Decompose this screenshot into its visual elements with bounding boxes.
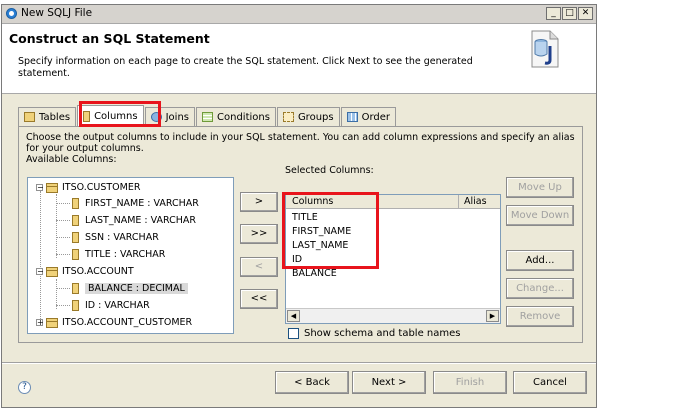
finish-button[interactable]: Finish: [433, 371, 507, 394]
wizard-header: Construct an SQL Statement Specify infor…: [2, 24, 596, 94]
scroll-left-icon[interactable]: ◀: [287, 310, 300, 322]
new-sqlj-file-dialog: New SQLJ File _ □ ✕ Construct an SQL Sta…: [1, 4, 597, 408]
remove-button[interactable]: Remove: [506, 306, 574, 327]
tab-bar: Tables Columns Joins Conditions Groups O…: [18, 105, 397, 126]
help-icon[interactable]: ?: [18, 381, 31, 394]
tree-node-last-name[interactable]: LAST_NAME : VARCHAR: [72, 213, 196, 228]
window-title: New SQLJ File: [21, 7, 93, 19]
tree-node-first-name[interactable]: FIRST_NAME : VARCHAR: [72, 196, 199, 211]
table-icon: [24, 112, 35, 122]
next-button[interactable]: Next >: [352, 371, 426, 394]
tab-conditions[interactable]: Conditions: [196, 107, 276, 126]
column-icon: [72, 249, 79, 260]
selected-column-balance[interactable]: BALANCE: [292, 268, 337, 279]
column-icon: [72, 300, 79, 311]
add-expression-button[interactable]: Add...: [506, 250, 574, 271]
selected-column-first-name[interactable]: FIRST_NAME: [292, 226, 351, 237]
page-title: Construct an SQL Statement: [9, 31, 210, 46]
move-down-button[interactable]: Move Down: [506, 205, 574, 226]
tree-node-customer[interactable]: − ITSO.CUSTOMER: [36, 180, 140, 195]
alias-header[interactable]: Alias: [458, 195, 500, 209]
conditions-icon: [202, 112, 213, 122]
tab-groups[interactable]: Groups: [276, 107, 340, 126]
sqlj-file-icon: [531, 30, 559, 68]
columns-panel: Choose the output columns to include in …: [18, 126, 583, 343]
minimize-button[interactable]: _: [546, 7, 561, 20]
selected-column-last-name[interactable]: LAST_NAME: [292, 240, 348, 251]
remove-column-button[interactable]: <: [240, 257, 278, 277]
column-icon: [72, 198, 79, 209]
column-icon: [72, 215, 79, 226]
selected-columns-table[interactable]: Columns Alias TITLE FIRST_NAME LAST_NAME…: [285, 194, 501, 324]
add-all-columns-button[interactable]: >>: [240, 224, 278, 244]
groups-icon: [282, 112, 294, 122]
move-up-button[interactable]: Move Up: [506, 177, 574, 198]
available-columns-tree[interactable]: − ITSO.CUSTOMER FIRST_NAME : VARCHAR LAS…: [27, 177, 234, 334]
app-icon: [6, 8, 17, 19]
show-schema-checkbox[interactable]: Show schema and table names: [288, 328, 460, 339]
expand-icon[interactable]: +: [36, 319, 44, 327]
remove-all-columns-button[interactable]: <<: [240, 289, 278, 309]
tree-node-title[interactable]: TITLE : VARCHAR: [72, 247, 165, 262]
columns-instructions: Choose the output columns to include in …: [26, 132, 575, 154]
page-description: Specify information on each page to crea…: [18, 56, 473, 79]
close-button[interactable]: ✕: [578, 7, 593, 20]
table-icon: [46, 317, 58, 328]
back-button[interactable]: < Back: [275, 371, 349, 394]
tree-node-ssn[interactable]: SSN : VARCHAR: [72, 230, 159, 245]
checkbox-box[interactable]: [288, 328, 299, 339]
table-icon: [46, 182, 58, 193]
tree-node-account-customer[interactable]: + ITSO.ACCOUNT_CUSTOMER: [36, 315, 192, 330]
collapse-icon[interactable]: −: [36, 184, 44, 192]
horizontal-scrollbar[interactable]: ◀ ▶: [286, 308, 500, 323]
tab-joins[interactable]: Joins: [144, 107, 195, 126]
joins-icon: [150, 112, 162, 122]
maximize-button[interactable]: □: [562, 7, 577, 20]
selected-column-title[interactable]: TITLE: [292, 212, 318, 223]
tree-node-balance[interactable]: BALANCE : DECIMAL: [72, 281, 188, 296]
tab-columns[interactable]: Columns: [77, 105, 144, 126]
selected-column-id[interactable]: ID: [292, 254, 302, 265]
column-icon: [72, 232, 79, 243]
footer-separator: [2, 362, 596, 364]
selected-columns-label: Selected Columns:: [285, 165, 374, 176]
order-icon: [346, 112, 358, 122]
add-column-button[interactable]: >: [240, 192, 278, 212]
tree-node-account[interactable]: − ITSO.ACCOUNT: [36, 264, 134, 279]
scroll-right-icon[interactable]: ▶: [486, 310, 499, 322]
collapse-icon[interactable]: −: [36, 268, 44, 276]
tab-order[interactable]: Order: [340, 107, 397, 126]
cancel-button[interactable]: Cancel: [513, 371, 587, 394]
table-icon: [46, 266, 58, 277]
column-icon: [72, 283, 79, 294]
change-button[interactable]: Change...: [506, 278, 574, 299]
columns-header[interactable]: Columns: [286, 195, 458, 209]
column-icon: [83, 110, 91, 122]
tree-node-id[interactable]: ID : VARCHAR: [72, 298, 150, 313]
available-columns-label: Available Columns:: [26, 154, 117, 165]
title-bar: New SQLJ File _ □ ✕: [2, 5, 596, 24]
tab-tables[interactable]: Tables: [18, 107, 77, 126]
